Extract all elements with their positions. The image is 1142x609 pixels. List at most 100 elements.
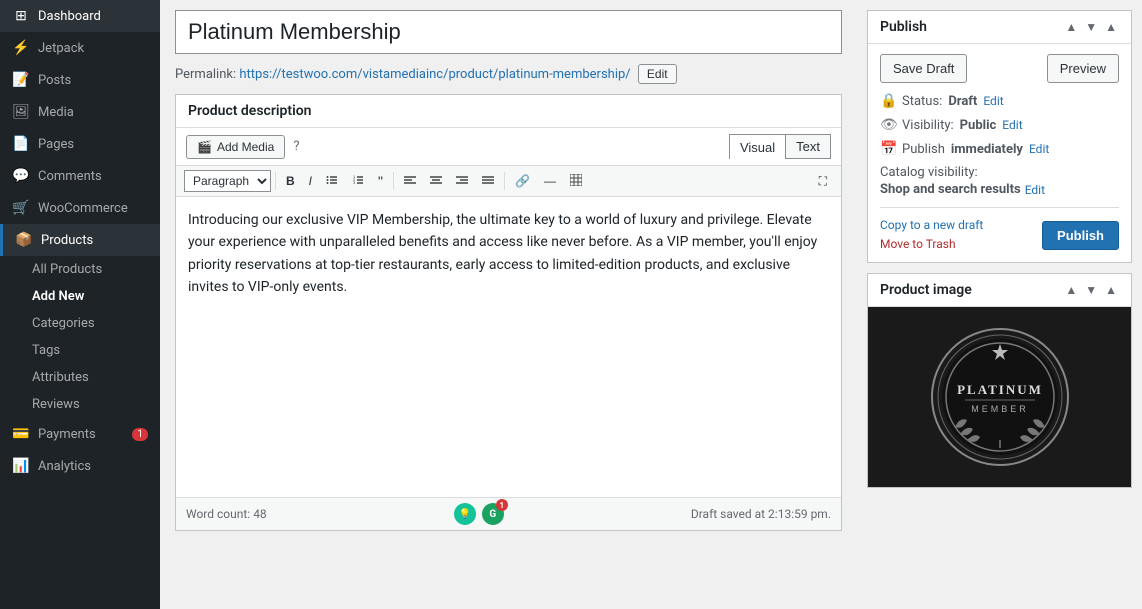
sidebar: ⊞ Dashboard ⚡ Jetpack 📝 Posts 🖼 Media 📄 … — [0, 0, 160, 609]
publish-metabox-body: Save Draft Preview 🔒 Status: Draft Edit … — [868, 44, 1131, 262]
sidebar-item-products[interactable]: 📦 Products — [0, 224, 160, 256]
link-button[interactable]: 🔗 — [509, 172, 536, 190]
product-image-metabox-header: Product image ▲ ▼ ▲ — [868, 274, 1131, 307]
publish-time-edit-link[interactable]: Edit — [1029, 142, 1049, 156]
publish-bottom: Copy to a new draft Move to Trash Publis… — [880, 207, 1119, 252]
sidebar-item-comments[interactable]: 💬 Comments — [0, 160, 160, 192]
sidebar-item-media[interactable]: 🖼 Media — [0, 96, 160, 128]
sidebar-item-label: Media — [38, 105, 74, 120]
sidebar-item-label: Dashboard — [38, 9, 101, 24]
publish-label: Publish — [902, 142, 945, 157]
sidebar-item-dashboard[interactable]: ⊞ Dashboard — [0, 0, 160, 32]
word-count-value: 48 — [253, 507, 267, 521]
product-image-collapse-down[interactable]: ▼ — [1083, 283, 1099, 297]
permalink-url[interactable]: https://testwoo.com/vistamediainc/produc… — [239, 67, 630, 82]
catalog-value: Shop and search results — [880, 182, 1021, 197]
pages-icon: 📄 — [12, 136, 30, 152]
sidebar-item-analytics[interactable]: 📊 Analytics — [0, 450, 160, 482]
editor-content-area[interactable]: Introducing our exclusive VIP Membership… — [176, 197, 841, 497]
more-button[interactable]: — — [538, 172, 562, 190]
posts-icon: 📝 — [12, 72, 30, 88]
visual-tab[interactable]: Visual — [729, 134, 785, 159]
word-count-label: Word count: — [186, 507, 253, 521]
catalog-label: Catalog visibility: — [880, 165, 978, 180]
add-media-button[interactable]: 🎬 Add Media — [186, 135, 285, 159]
publish-time-row: 📅 Publish immediately Edit — [880, 141, 1119, 157]
product-image-close[interactable]: ▲ — [1103, 283, 1119, 297]
sidebar-item-posts[interactable]: 📝 Posts — [0, 64, 160, 96]
status-edit-link[interactable]: Edit — [983, 94, 1003, 108]
sidebar-subitem-all-products[interactable]: All Products — [0, 256, 160, 283]
collapse-up-button[interactable]: ▲ — [1063, 20, 1079, 34]
align-left-button[interactable] — [398, 172, 422, 191]
publish-links: Copy to a new draft Move to Trash — [880, 218, 983, 252]
woocommerce-icon: 🛒 — [12, 200, 30, 216]
sidebar-item-woocommerce[interactable]: 🛒 WooCommerce — [0, 192, 160, 224]
publish-metabox-header: Publish ▲ ▼ ▲ — [868, 11, 1131, 44]
collapse-down-button[interactable]: ▼ — [1083, 20, 1099, 34]
align-right-button[interactable] — [450, 172, 474, 191]
sidebar-item-label: Pages — [38, 137, 74, 152]
ol-button[interactable]: 123 — [346, 172, 370, 191]
paragraph-select[interactable]: Paragraph — [184, 170, 271, 192]
visibility-icon: 👁 — [880, 117, 896, 133]
sidebar-subitem-reviews[interactable]: Reviews — [0, 391, 160, 418]
product-image-preview[interactable]: PLATINUM MEMBER — [868, 307, 1131, 487]
product-image-title: Product image — [880, 282, 972, 298]
sidebar-item-label: Posts — [38, 73, 71, 88]
editor-format-bar: Paragraph B I 123 " — [176, 166, 841, 197]
align-justify-button[interactable] — [476, 172, 500, 191]
divider — [275, 172, 276, 190]
fullscreen-button[interactable]: ⛶ — [813, 172, 833, 191]
publish-button[interactable]: Publish — [1042, 221, 1119, 250]
table-button[interactable] — [564, 172, 588, 191]
status-row: 🔒 Status: Draft Edit — [880, 93, 1119, 109]
close-metabox-button[interactable]: ▲ — [1103, 20, 1119, 34]
analytics-icon: 📊 — [12, 458, 30, 474]
dashboard-icon: ⊞ — [12, 8, 30, 24]
sidebar-subitem-add-new[interactable]: Add New — [0, 283, 160, 310]
sidebar-subitem-attributes[interactable]: Attributes — [0, 364, 160, 391]
copy-draft-link[interactable]: Copy to a new draft — [880, 218, 983, 232]
sidebar-item-jetpack[interactable]: ⚡ Jetpack — [0, 32, 160, 64]
visibility-label: Visibility: — [902, 118, 954, 133]
catalog-edit-link[interactable]: Edit — [1025, 183, 1045, 197]
sidebar-subitem-tags[interactable]: Tags — [0, 337, 160, 364]
product-image-container[interactable]: PLATINUM MEMBER — [868, 307, 1131, 487]
save-draft-button[interactable]: Save Draft — [880, 54, 967, 83]
visibility-edit-link[interactable]: Edit — [1002, 118, 1022, 132]
sidebar-subitem-categories[interactable]: Categories — [0, 310, 160, 337]
preview-button[interactable]: Preview — [1047, 54, 1119, 83]
publish-meta: 🔒 Status: Draft Edit 👁 Visibility: Publi… — [880, 93, 1119, 197]
product-image-collapse-up[interactable]: ▲ — [1063, 283, 1079, 297]
product-title-input[interactable] — [175, 10, 842, 54]
move-trash-link[interactable]: Move to Trash — [880, 237, 956, 251]
payments-icon: 💳 — [12, 426, 30, 442]
align-center-button[interactable] — [424, 172, 448, 191]
sidebar-item-pages[interactable]: 📄 Pages — [0, 128, 160, 160]
permalink-edit-button[interactable]: Edit — [638, 64, 677, 84]
permalink-row: Permalink: https://testwoo.com/vistamedi… — [175, 64, 842, 84]
products-icon: 📦 — [15, 232, 33, 248]
visual-text-tabs: Visual Text — [729, 134, 831, 159]
grammarly-g-icon[interactable]: G 1 — [482, 503, 504, 525]
grammarly-lamp-icon[interactable]: 💡 — [454, 503, 476, 525]
publish-actions: Save Draft Preview — [880, 54, 1119, 83]
permalink-base-label: Permalink: — [175, 67, 239, 82]
blockquote-button[interactable]: " — [372, 171, 389, 191]
editor-box: Product description 🎬 Add Media ? Visual… — [175, 94, 842, 531]
text-tab[interactable]: Text — [785, 134, 831, 159]
sidebar-item-label: Products — [41, 233, 93, 248]
svg-text:3: 3 — [353, 180, 356, 185]
sidebar-item-payments[interactable]: 💳 Payments 1 — [0, 418, 160, 450]
sidebar-item-label: WooCommerce — [38, 201, 128, 216]
italic-button[interactable]: I — [303, 172, 318, 190]
metabox-controls: ▲ ▼ ▲ — [1063, 20, 1119, 34]
sidebar-item-label: Payments — [38, 427, 96, 442]
payments-badge: 1 — [132, 428, 148, 441]
ul-button[interactable] — [320, 172, 344, 191]
bold-button[interactable]: B — [280, 172, 301, 190]
main-content: Permalink: https://testwoo.com/vistamedi… — [160, 0, 857, 609]
editor-icons: 💡 G 1 — [454, 503, 504, 525]
divider — [504, 172, 505, 190]
